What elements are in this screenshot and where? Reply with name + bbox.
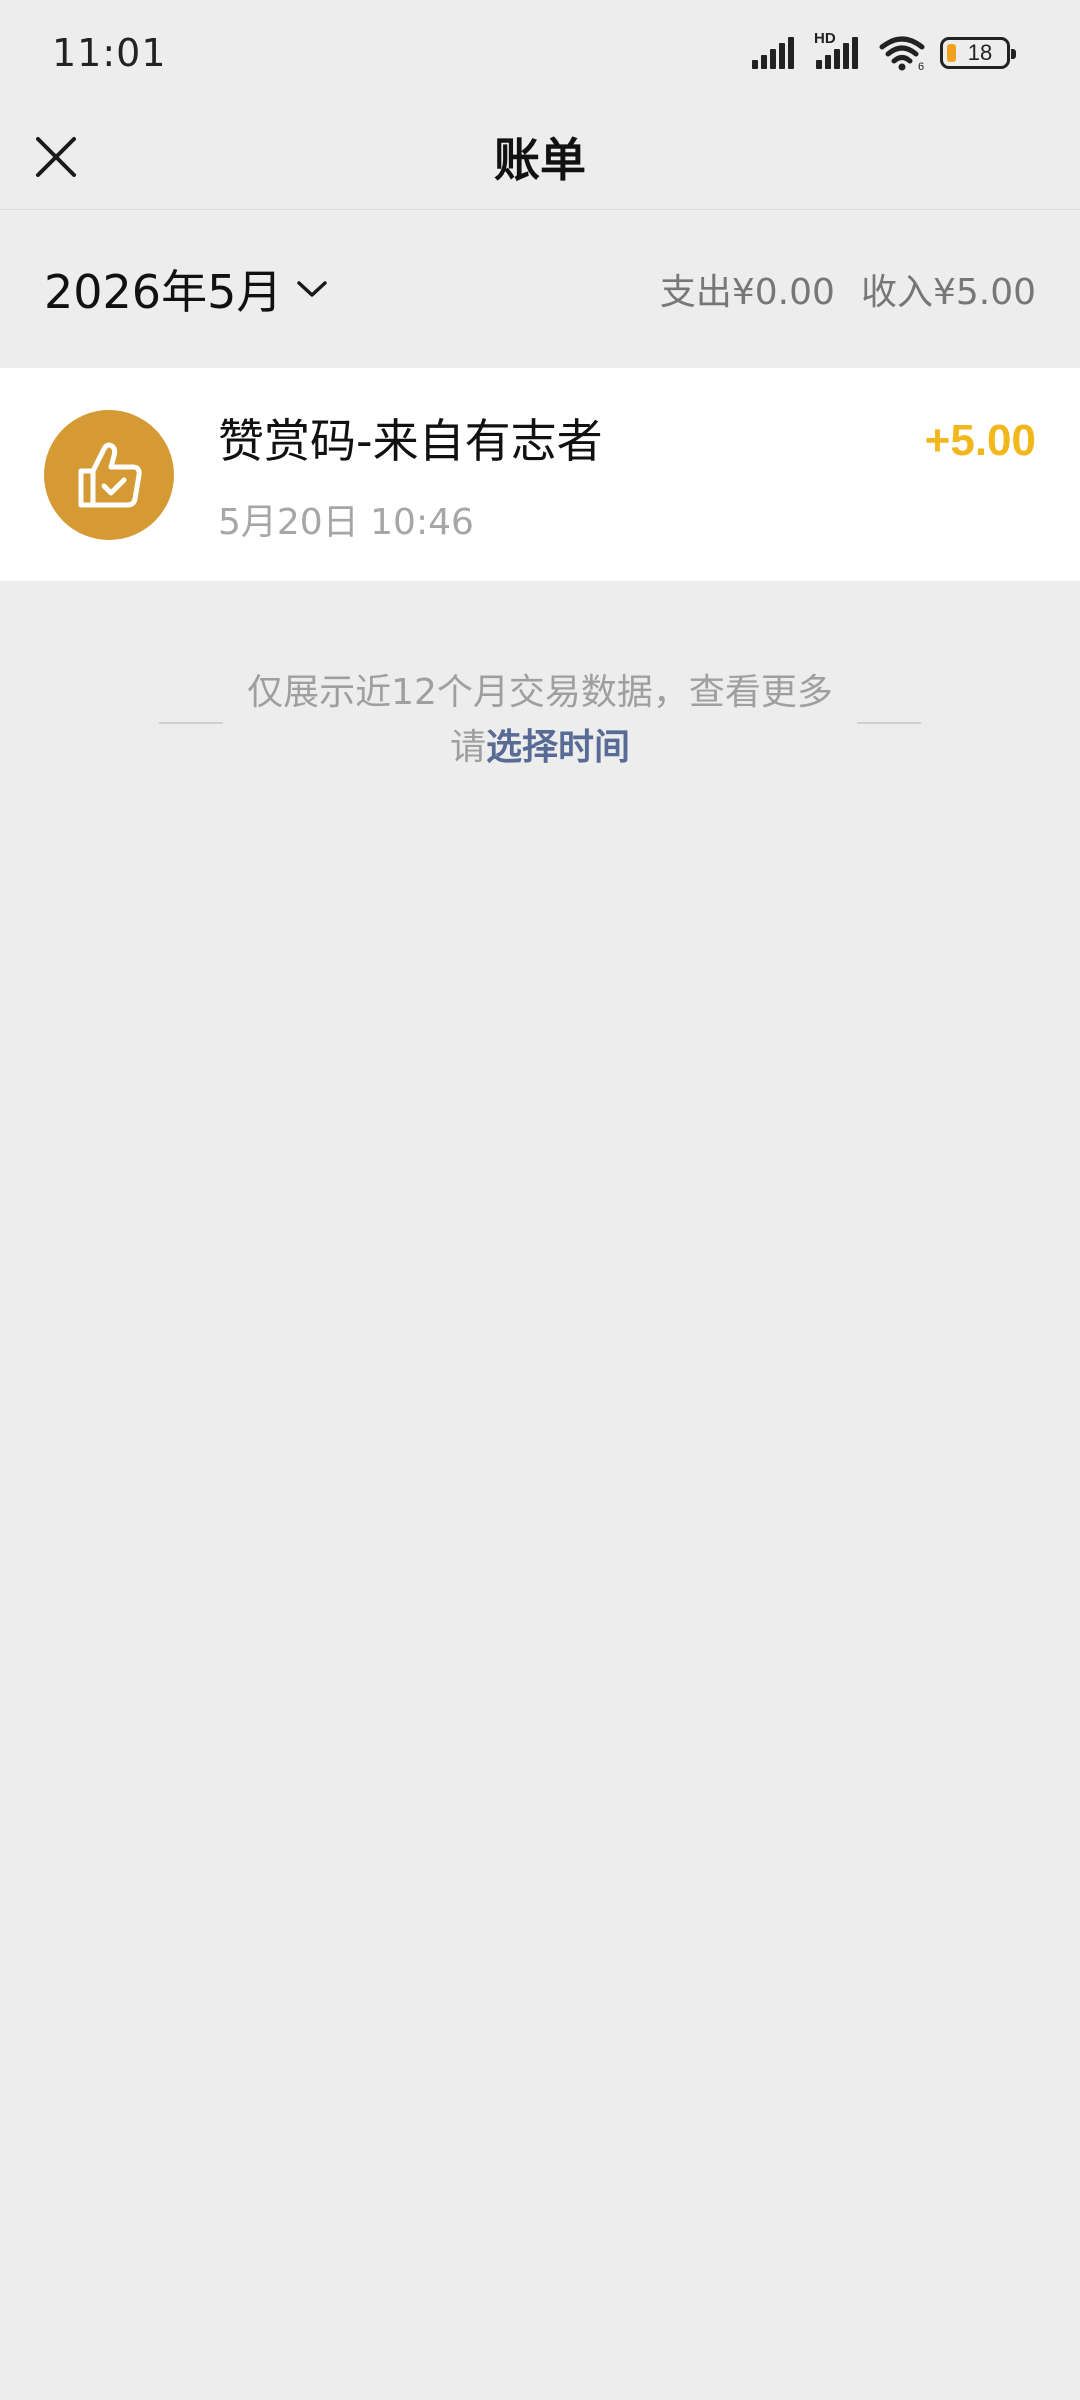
- select-time-link[interactable]: 选择时间: [486, 727, 630, 768]
- hd-signal-group: HD: [814, 30, 864, 70]
- hd-badge: HD: [814, 29, 836, 47]
- note-divider-right: [856, 722, 921, 724]
- battery-icon: 18: [940, 36, 1016, 69]
- transaction-avatar: [44, 409, 174, 540]
- status-bar: 11:01 HD 6 18: [0, 0, 1080, 105]
- note-divider-left: [159, 722, 224, 724]
- note-line2: 请选择时间: [247, 720, 833, 775]
- status-time: 11:01: [52, 30, 167, 75]
- note-text: 仅展示近12个月交易数据，查看更多 请选择时间: [247, 665, 833, 775]
- thumbs-up-check-icon: [78, 442, 142, 507]
- transaction-row[interactable]: 赞赏码-来自有志者 5月20日 10:46 +5.00: [0, 368, 1080, 581]
- income-total: 收入¥5.00: [860, 272, 1036, 313]
- transaction-time: 5月20日 10:46: [218, 501, 474, 543]
- signal-icon: [752, 36, 794, 69]
- nav-bar: 账单: [0, 105, 1080, 210]
- transaction-amount: +5.00: [924, 416, 1036, 465]
- svg-text:6: 6: [918, 61, 924, 71]
- note-prefix: 请: [449, 727, 486, 768]
- wifi-icon: 6: [879, 36, 925, 71]
- transaction-title: 赞赏码-来自有志者: [218, 413, 603, 468]
- close-button[interactable]: [28, 129, 84, 185]
- month-label: 2026年5月: [44, 265, 283, 319]
- page-title: 账单: [494, 133, 586, 187]
- status-icons: HD 6 18: [750, 30, 1016, 71]
- history-note: 仅展示近12个月交易数据，查看更多 请选择时间: [0, 665, 1080, 775]
- battery-level: 18: [967, 39, 993, 65]
- month-header: 2026年5月 支出¥0.00 收入¥5.00: [0, 211, 1080, 367]
- expense-total: 支出¥0.00: [659, 272, 835, 313]
- transaction-info: 赞赏码-来自有志者 5月20日 10:46: [218, 405, 1036, 545]
- month-picker[interactable]: 2026年5月: [44, 256, 328, 322]
- bill-page: 11:01 HD 6 18 账单 2026年5月 支出¥0.00 收入¥5.00…: [0, 0, 1080, 2400]
- note-line1: 仅展示近12个月交易数据，查看更多: [247, 672, 833, 713]
- close-icon: [36, 137, 76, 177]
- month-summary: 支出¥0.00 收入¥5.00: [660, 263, 1036, 315]
- chevron-down-icon: [297, 281, 328, 297]
